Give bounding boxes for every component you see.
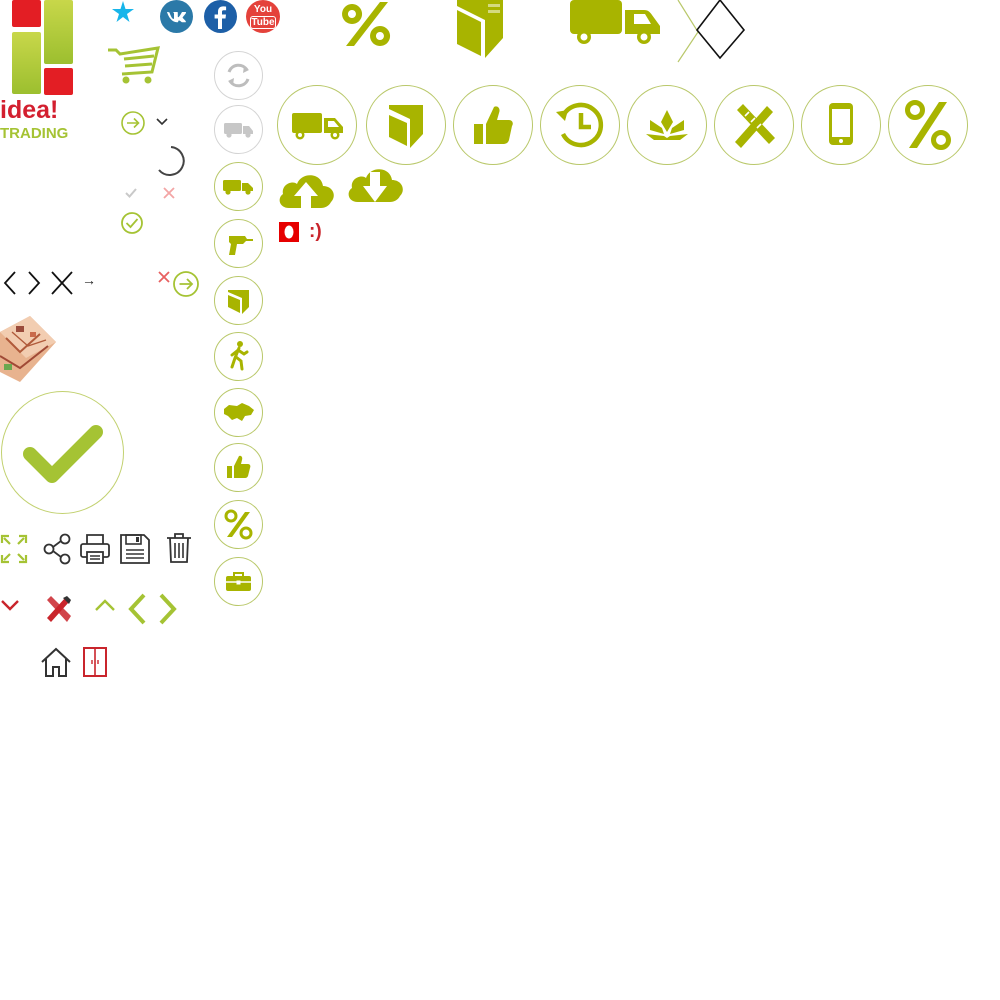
save-icon[interactable] — [119, 533, 151, 565]
logo-bar-right — [44, 0, 73, 64]
chevron-left-green-icon[interactable] — [126, 592, 148, 626]
print-icon[interactable] — [79, 533, 111, 565]
check-circle-icon[interactable] — [120, 211, 144, 235]
delivery-truck-icon[interactable] — [570, 0, 662, 46]
briefcase-circle-button[interactable] — [214, 557, 263, 606]
percent-icon[interactable] — [338, 0, 394, 48]
vk-icon[interactable] — [160, 0, 193, 33]
logo[interactable]: idea! TRADING — [0, 0, 90, 145]
vodafone-icon[interactable] — [279, 222, 299, 242]
diamond-arrow-icon[interactable] — [676, 0, 748, 64]
catalog-icon[interactable] — [455, 0, 505, 58]
tools-large-circle-button[interactable] — [714, 85, 794, 165]
youtube-text-you: You — [253, 4, 273, 15]
thumbs-up-large-circle-button[interactable] — [453, 85, 533, 165]
catalog-large-circle-button[interactable] — [366, 85, 446, 165]
check-small-icon[interactable] — [124, 186, 138, 200]
youtube-icon[interactable]: You Tube — [246, 0, 280, 33]
chevron-right-icon[interactable] — [26, 270, 42, 296]
delivery-circle-button[interactable] — [214, 162, 263, 211]
refresh-circle-button[interactable] — [214, 51, 263, 100]
emoticon-text: :) — [309, 221, 322, 242]
cloud-download-icon[interactable] — [344, 168, 406, 210]
success-check-circle[interactable] — [1, 391, 124, 514]
walking-person-circle-button[interactable] — [214, 332, 263, 381]
share-icon[interactable] — [43, 533, 73, 565]
fullscreen-icon[interactable] — [0, 534, 28, 564]
drill-circle-button[interactable] — [214, 219, 263, 268]
logo-subword: TRADING — [0, 125, 69, 142]
thumbs-up-circle-button[interactable] — [214, 443, 263, 492]
percent-circle-button[interactable] — [214, 500, 263, 549]
chevron-up-icon[interactable] — [94, 598, 116, 612]
close-icon[interactable] — [50, 270, 74, 296]
star-icon[interactable] — [110, 0, 136, 24]
floor-plan-image — [0, 312, 58, 392]
arrow-circle-large-icon[interactable] — [172, 270, 200, 298]
trash-icon[interactable] — [165, 532, 193, 564]
arrow-right-icon[interactable]: → — [82, 272, 96, 288]
percent-large-circle-button[interactable] — [888, 85, 968, 165]
phone-large-circle-button[interactable] — [801, 85, 881, 165]
logo-bar-left — [12, 32, 41, 94]
wardrobe-icon[interactable] — [82, 646, 108, 678]
lotus-large-circle-button[interactable] — [627, 85, 707, 165]
close-red-icon[interactable] — [157, 270, 171, 284]
home-icon[interactable] — [40, 646, 72, 678]
catalog-circle-button[interactable] — [214, 276, 263, 325]
youtube-text-tube: Tube — [250, 16, 276, 29]
cloud-upload-icon[interactable] — [275, 168, 337, 210]
chevron-down-red-icon[interactable] — [0, 598, 20, 612]
loading-spinner-icon — [154, 144, 188, 178]
history-large-circle-button[interactable] — [540, 85, 620, 165]
logo-square-top — [12, 0, 41, 27]
arrow-circle-icon[interactable] — [120, 110, 146, 136]
map-circle-button[interactable] — [214, 388, 263, 437]
logo-word: idea! — [0, 96, 59, 124]
chevron-right-green-icon[interactable] — [157, 592, 179, 626]
design-tools-red-icon[interactable] — [43, 594, 73, 624]
facebook-icon[interactable] — [204, 0, 237, 33]
close-small-icon[interactable] — [162, 186, 176, 200]
cart-icon[interactable] — [106, 44, 162, 86]
delivery-gray-circle-button[interactable] — [214, 105, 263, 154]
chevron-left-icon[interactable] — [2, 270, 18, 296]
delivery-large-circle-button[interactable] — [277, 85, 357, 165]
logo-square-bottom — [44, 68, 73, 95]
chevron-down-icon[interactable] — [155, 116, 169, 128]
